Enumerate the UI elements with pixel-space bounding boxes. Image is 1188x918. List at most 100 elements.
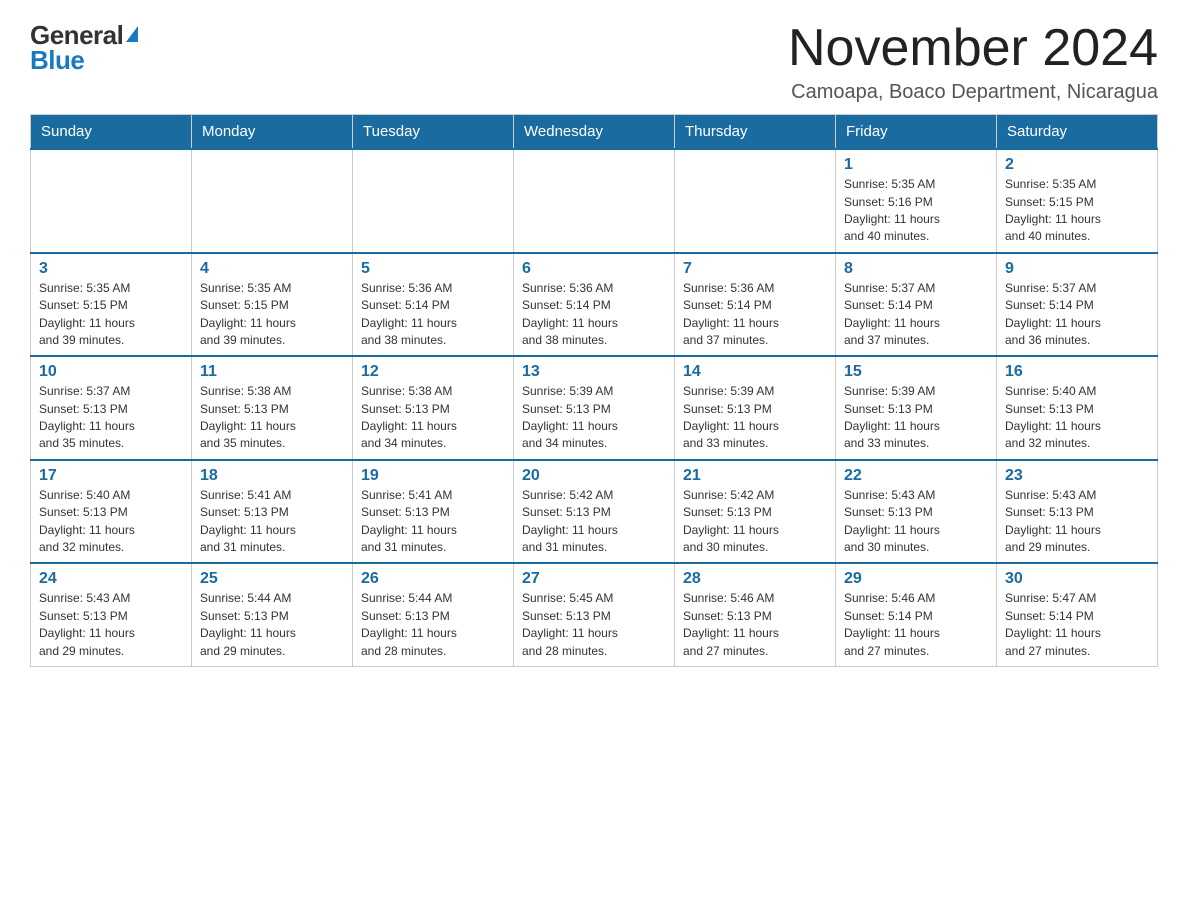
day-info: Sunrise: 5:37 AM Sunset: 5:14 PM Dayligh… bbox=[844, 280, 988, 350]
day-number: 20 bbox=[522, 467, 666, 485]
day-number: 9 bbox=[1005, 260, 1149, 278]
page-header: General Blue November 2024 Camoapa, Boac… bbox=[30, 20, 1158, 104]
calendar-header-row: Sunday Monday Tuesday Wednesday Thursday… bbox=[31, 115, 1158, 150]
day-info: Sunrise: 5:38 AM Sunset: 5:13 PM Dayligh… bbox=[361, 383, 505, 453]
day-number: 3 bbox=[39, 260, 183, 278]
day-number: 6 bbox=[522, 260, 666, 278]
day-number: 17 bbox=[39, 467, 183, 485]
day-info: Sunrise: 5:46 AM Sunset: 5:14 PM Dayligh… bbox=[844, 590, 988, 660]
calendar-cell bbox=[353, 149, 514, 253]
day-number: 1 bbox=[844, 156, 988, 174]
col-saturday: Saturday bbox=[997, 115, 1158, 150]
day-number: 10 bbox=[39, 363, 183, 381]
calendar-cell: 13 Sunrise: 5:39 AM Sunset: 5:13 PM Dayli… bbox=[514, 356, 675, 460]
day-number: 16 bbox=[1005, 363, 1149, 381]
calendar-cell: 17 Sunrise: 5:40 AM Sunset: 5:13 PM Dayli… bbox=[31, 460, 192, 564]
day-info: Sunrise: 5:41 AM Sunset: 5:13 PM Dayligh… bbox=[361, 487, 505, 557]
calendar-cell: 8 Sunrise: 5:37 AM Sunset: 5:14 PM Daylig… bbox=[836, 253, 997, 357]
week-row-2: 3 Sunrise: 5:35 AM Sunset: 5:15 PM Daylig… bbox=[31, 253, 1158, 357]
day-info: Sunrise: 5:36 AM Sunset: 5:14 PM Dayligh… bbox=[683, 280, 827, 350]
day-info: Sunrise: 5:37 AM Sunset: 5:13 PM Dayligh… bbox=[39, 383, 183, 453]
day-info: Sunrise: 5:41 AM Sunset: 5:13 PM Dayligh… bbox=[200, 487, 344, 557]
col-monday: Monday bbox=[192, 115, 353, 150]
day-info: Sunrise: 5:43 AM Sunset: 5:13 PM Dayligh… bbox=[39, 590, 183, 660]
calendar-cell: 2 Sunrise: 5:35 AM Sunset: 5:15 PM Daylig… bbox=[997, 149, 1158, 253]
calendar-cell: 24Sunrise: 5:43 AM Sunset: 5:13 PM Dayli… bbox=[31, 563, 192, 666]
calendar-cell: 29 Sunrise: 5:46 AM Sunset: 5:14 PM Dayli… bbox=[836, 563, 997, 666]
calendar-table: Sunday Monday Tuesday Wednesday Thursday… bbox=[30, 114, 1158, 667]
calendar-cell: 25Sunrise: 5:44 AM Sunset: 5:13 PM Dayli… bbox=[192, 563, 353, 666]
calendar-cell: 30 Sunrise: 5:47 AM Sunset: 5:14 PM Dayli… bbox=[997, 563, 1158, 666]
week-row-3: 10 Sunrise: 5:37 AM Sunset: 5:13 PM Dayli… bbox=[31, 356, 1158, 460]
day-info: Sunrise: 5:39 AM Sunset: 5:13 PM Dayligh… bbox=[522, 383, 666, 453]
calendar-cell: 16 Sunrise: 5:40 AM Sunset: 5:13 PM Dayli… bbox=[997, 356, 1158, 460]
day-info: Sunrise: 5:35 AM Sunset: 5:15 PM Dayligh… bbox=[200, 280, 344, 350]
day-number: 8 bbox=[844, 260, 988, 278]
calendar-cell: 10 Sunrise: 5:37 AM Sunset: 5:13 PM Dayli… bbox=[31, 356, 192, 460]
calendar-cell bbox=[31, 149, 192, 253]
day-info: Sunrise: 5:39 AM Sunset: 5:13 PM Dayligh… bbox=[844, 383, 988, 453]
day-info: Sunrise: 5:45 AM Sunset: 5:13 PM Dayligh… bbox=[522, 590, 666, 660]
calendar-cell: 3 Sunrise: 5:35 AM Sunset: 5:15 PM Daylig… bbox=[31, 253, 192, 357]
day-info: Sunrise: 5:35 AM Sunset: 5:15 PM Dayligh… bbox=[39, 280, 183, 350]
day-info: Sunrise: 5:43 AM Sunset: 5:13 PM Dayligh… bbox=[844, 487, 988, 557]
col-thursday: Thursday bbox=[675, 115, 836, 150]
calendar-cell: 6Sunrise: 5:36 AM Sunset: 5:14 PM Daylig… bbox=[514, 253, 675, 357]
calendar-cell: 28 Sunrise: 5:46 AM Sunset: 5:13 PM Dayli… bbox=[675, 563, 836, 666]
logo[interactable]: General Blue bbox=[30, 20, 138, 76]
day-number: 12 bbox=[361, 363, 505, 381]
calendar-cell: 4 Sunrise: 5:35 AM Sunset: 5:15 PM Daylig… bbox=[192, 253, 353, 357]
day-number: 5 bbox=[361, 260, 505, 278]
calendar-cell: 21Sunrise: 5:42 AM Sunset: 5:13 PM Dayli… bbox=[675, 460, 836, 564]
day-number: 22 bbox=[844, 467, 988, 485]
col-sunday: Sunday bbox=[31, 115, 192, 150]
logo-blue-text: Blue bbox=[30, 45, 84, 76]
day-number: 25 bbox=[200, 570, 344, 588]
day-info: Sunrise: 5:38 AM Sunset: 5:13 PM Dayligh… bbox=[200, 383, 344, 453]
calendar-cell: 27Sunrise: 5:45 AM Sunset: 5:13 PM Dayli… bbox=[514, 563, 675, 666]
calendar-cell: 15 Sunrise: 5:39 AM Sunset: 5:13 PM Dayli… bbox=[836, 356, 997, 460]
day-number: 29 bbox=[844, 570, 988, 588]
day-info: Sunrise: 5:36 AM Sunset: 5:14 PM Dayligh… bbox=[361, 280, 505, 350]
day-info: Sunrise: 5:35 AM Sunset: 5:16 PM Dayligh… bbox=[844, 176, 988, 246]
day-info: Sunrise: 5:40 AM Sunset: 5:13 PM Dayligh… bbox=[39, 487, 183, 557]
calendar-cell: 19 Sunrise: 5:41 AM Sunset: 5:13 PM Dayli… bbox=[353, 460, 514, 564]
calendar-cell: 26Sunrise: 5:44 AM Sunset: 5:13 PM Dayli… bbox=[353, 563, 514, 666]
day-info: Sunrise: 5:47 AM Sunset: 5:14 PM Dayligh… bbox=[1005, 590, 1149, 660]
day-number: 11 bbox=[200, 363, 344, 381]
day-number: 26 bbox=[361, 570, 505, 588]
day-number: 21 bbox=[683, 467, 827, 485]
calendar-cell: 9Sunrise: 5:37 AM Sunset: 5:14 PM Daylig… bbox=[997, 253, 1158, 357]
week-row-4: 17 Sunrise: 5:40 AM Sunset: 5:13 PM Dayli… bbox=[31, 460, 1158, 564]
calendar-cell: 1 Sunrise: 5:35 AM Sunset: 5:16 PM Daylig… bbox=[836, 149, 997, 253]
day-number: 2 bbox=[1005, 156, 1149, 174]
day-info: Sunrise: 5:46 AM Sunset: 5:13 PM Dayligh… bbox=[683, 590, 827, 660]
day-number: 28 bbox=[683, 570, 827, 588]
day-number: 13 bbox=[522, 363, 666, 381]
logo-triangle-icon bbox=[126, 26, 138, 42]
calendar-cell bbox=[192, 149, 353, 253]
title-block: November 2024 Camoapa, Boaco Department,… bbox=[788, 20, 1158, 104]
location-title: Camoapa, Boaco Department, Nicaragua bbox=[788, 81, 1158, 104]
col-wednesday: Wednesday bbox=[514, 115, 675, 150]
day-info: Sunrise: 5:40 AM Sunset: 5:13 PM Dayligh… bbox=[1005, 383, 1149, 453]
calendar-cell: 23Sunrise: 5:43 AM Sunset: 5:13 PM Dayli… bbox=[997, 460, 1158, 564]
calendar-cell: 12 Sunrise: 5:38 AM Sunset: 5:13 PM Dayli… bbox=[353, 356, 514, 460]
day-number: 19 bbox=[361, 467, 505, 485]
calendar-cell: 5 Sunrise: 5:36 AM Sunset: 5:14 PM Daylig… bbox=[353, 253, 514, 357]
calendar-cell: 22 Sunrise: 5:43 AM Sunset: 5:13 PM Dayli… bbox=[836, 460, 997, 564]
calendar-cell bbox=[675, 149, 836, 253]
col-friday: Friday bbox=[836, 115, 997, 150]
week-row-1: 1 Sunrise: 5:35 AM Sunset: 5:16 PM Daylig… bbox=[31, 149, 1158, 253]
calendar-cell bbox=[514, 149, 675, 253]
day-number: 14 bbox=[683, 363, 827, 381]
day-number: 18 bbox=[200, 467, 344, 485]
calendar-cell: 11 Sunrise: 5:38 AM Sunset: 5:13 PM Dayli… bbox=[192, 356, 353, 460]
col-tuesday: Tuesday bbox=[353, 115, 514, 150]
day-number: 30 bbox=[1005, 570, 1149, 588]
day-number: 15 bbox=[844, 363, 988, 381]
day-info: Sunrise: 5:35 AM Sunset: 5:15 PM Dayligh… bbox=[1005, 176, 1149, 246]
day-number: 4 bbox=[200, 260, 344, 278]
day-info: Sunrise: 5:42 AM Sunset: 5:13 PM Dayligh… bbox=[522, 487, 666, 557]
month-title: November 2024 bbox=[788, 20, 1158, 77]
